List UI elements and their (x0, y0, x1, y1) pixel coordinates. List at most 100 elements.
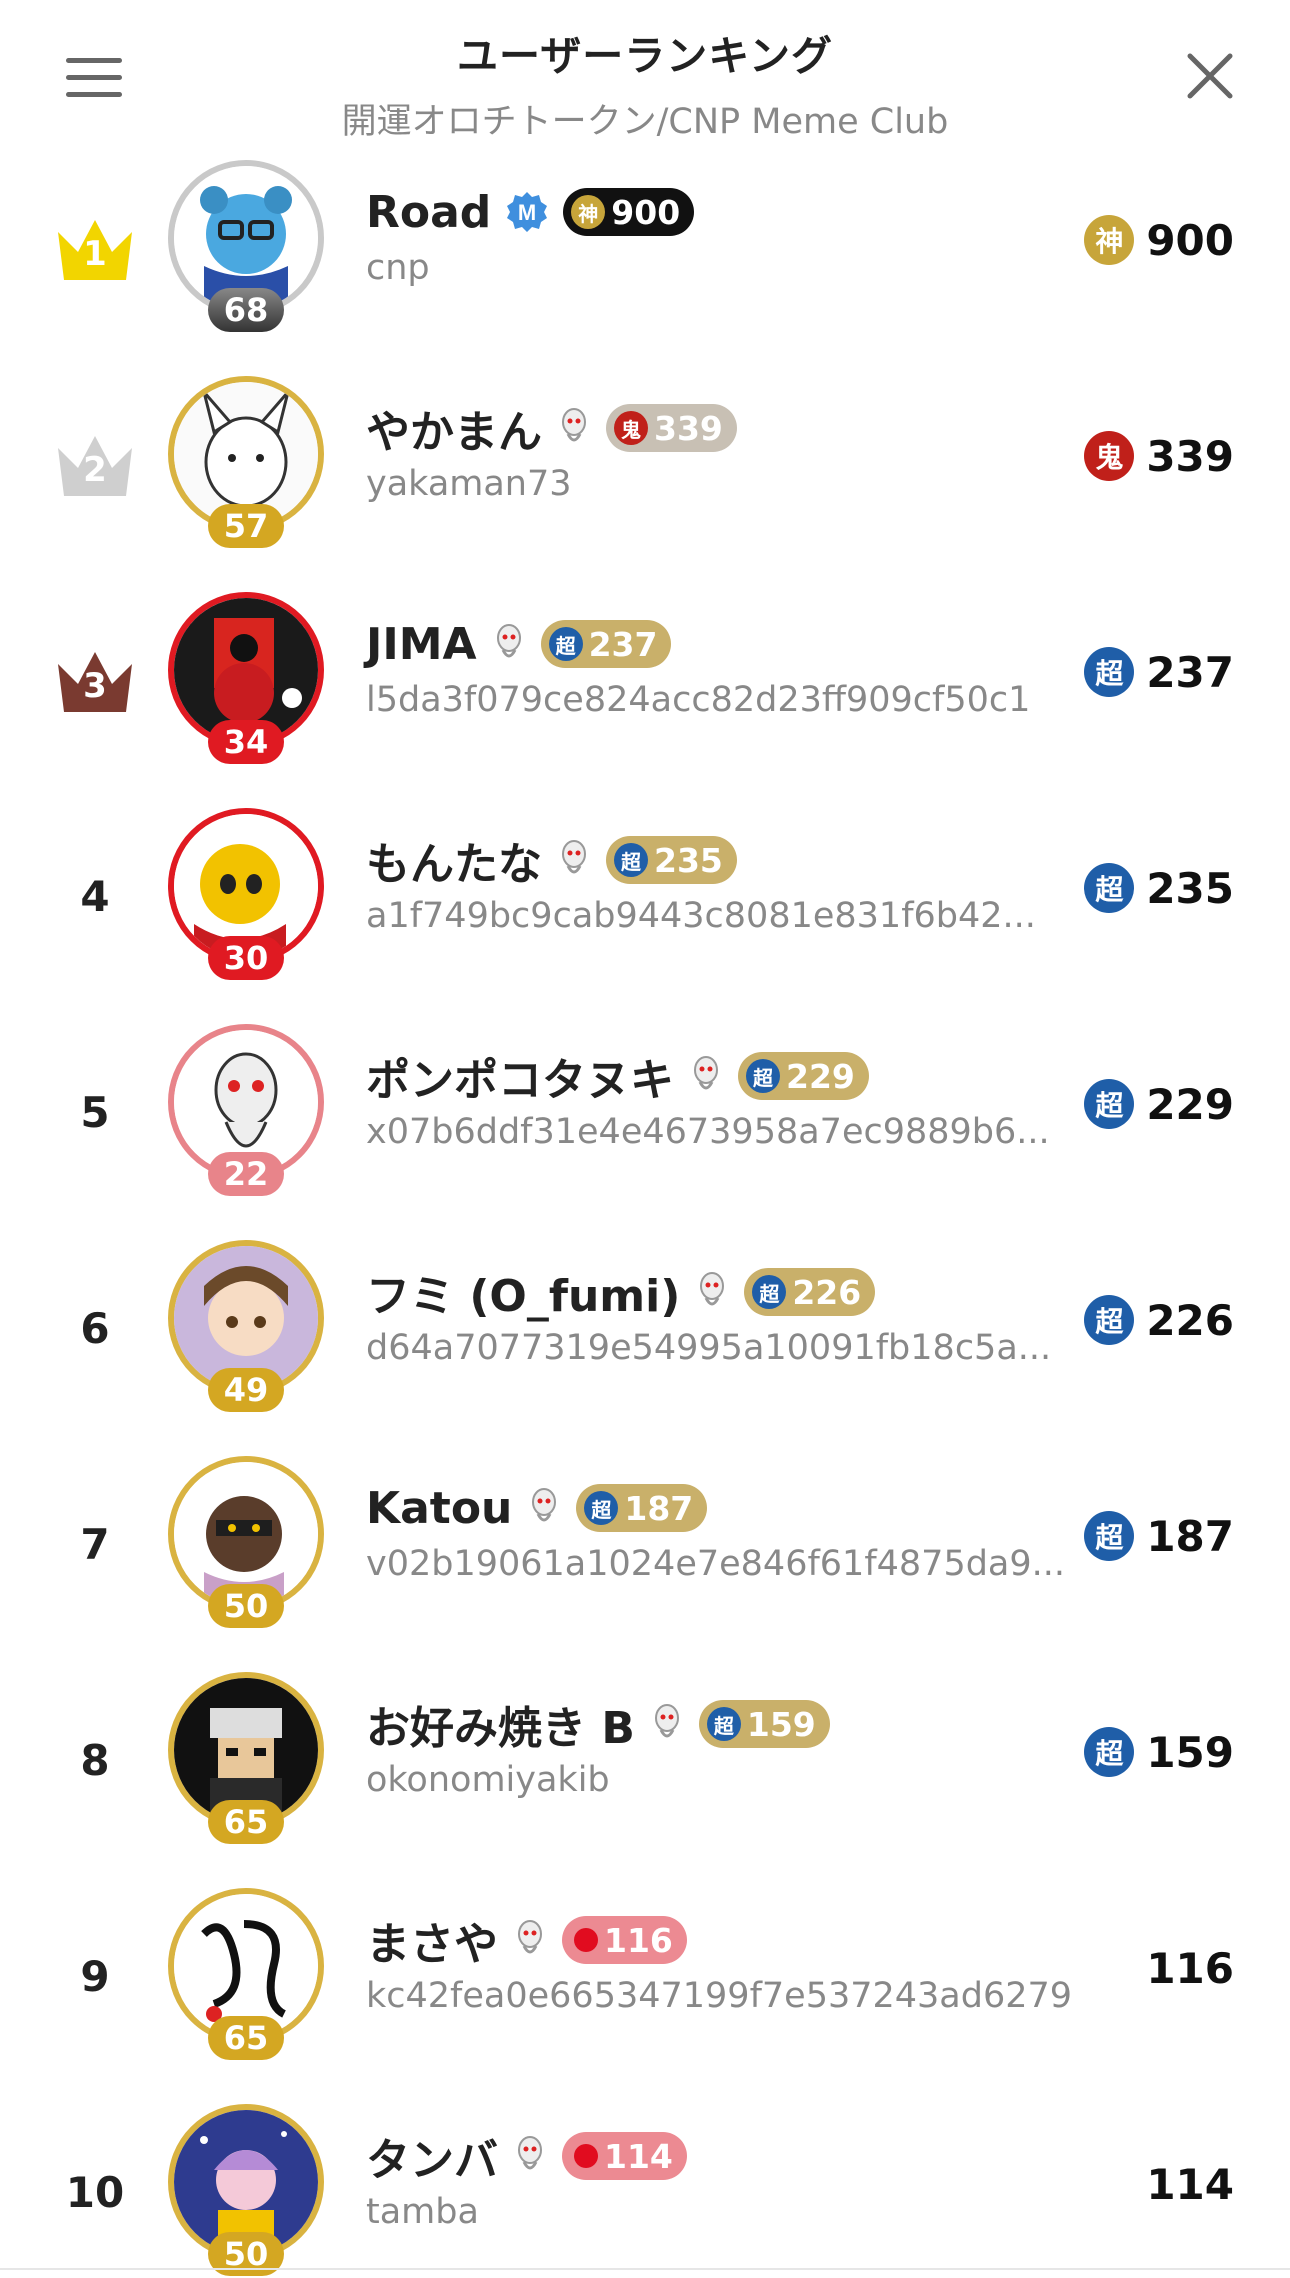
svg-text:M: M (518, 200, 536, 225)
ranking-row[interactable]: 5 22 ポンポコタヌキ 超 229 x07b6ddf31e4e4673958a… (0, 1024, 1290, 1240)
user-name[interactable]: タンバ (366, 2124, 498, 2188)
rank-number: 8 (80, 1735, 110, 1785)
name-line: JIMA 超 237 (366, 614, 672, 674)
ranking-row[interactable]: 10 50 タンバ 114 tamba 114 (0, 2104, 1290, 2278)
rank-number: 7 (80, 1519, 110, 1569)
user-name[interactable]: フミ (O_fumi) (366, 1260, 680, 1324)
rank-number: 9 (80, 1951, 110, 2001)
cho-coin-icon: 超 (1084, 863, 1135, 913)
level-badge: 22 (208, 1152, 284, 1196)
name-line: タンバ 114 (366, 2126, 687, 2186)
cho-coin-icon: 超 (746, 1059, 780, 1093)
verified-badge-icon: M (507, 192, 548, 232)
ranking-row[interactable]: 4 30 もんたな 超 235 a1f749bc9cab9443c8081e83… (0, 808, 1290, 1024)
name-line: Road M 神 900 (366, 182, 695, 242)
kami-coin-icon: 神 (571, 195, 606, 229)
name-line: お好み焼き B 超 159 (366, 1694, 830, 1754)
user-handle: okonomiyakib (366, 1760, 610, 1800)
rank-badge: 7 (52, 1506, 138, 1582)
ranking-row[interactable]: 2 57 やかまん 鬼 339 yakaman73 鬼 339 (0, 376, 1290, 592)
cho-coin-icon: 超 (1084, 1511, 1135, 1561)
rank-badge: 8 (52, 1722, 138, 1798)
close-icon[interactable] (1182, 48, 1238, 104)
avatar[interactable]: 68 (168, 160, 324, 336)
rank-badge: 2 (52, 426, 138, 502)
rank-number: 10 (65, 2167, 125, 2217)
rank-badge: 10 (52, 2154, 138, 2230)
ranking-row[interactable]: 9 65 まさや 116 kc42fea0e665347199f7e537243… (0, 1888, 1290, 2104)
rank-badge: 6 (52, 1290, 138, 1366)
level-badge: 68 (208, 288, 284, 332)
avatar[interactable]: 57 (168, 376, 324, 552)
name-line: Katou 超 187 (366, 1478, 708, 1538)
level-badge: 65 (208, 1800, 284, 1844)
level-badge: 49 (208, 1368, 284, 1412)
level-badge: 65 (208, 2016, 284, 2060)
oni-coin-icon: 鬼 (1084, 431, 1135, 481)
page-title: ユーザーランキング (457, 32, 833, 80)
tier-pill: 超 159 (698, 1700, 830, 1748)
user-handle: tamba (366, 2192, 479, 2232)
avatar[interactable]: 65 (168, 1672, 324, 1848)
tier-pill: 超 226 (744, 1268, 876, 1316)
level-badge: 50 (208, 1584, 284, 1628)
user-name[interactable]: ポンポコタヌキ (366, 1044, 674, 1108)
avatar[interactable]: 49 (168, 1240, 324, 1416)
cho-coin-icon: 超 (752, 1275, 787, 1309)
tier-pill: 超 229 (738, 1052, 869, 1100)
ranking-row[interactable]: 6 49 フミ (O_fumi) 超 226 d64a7077319e54995… (0, 1240, 1290, 1456)
avatar[interactable]: 50 (168, 2104, 324, 2278)
user-name[interactable]: やかまん (366, 396, 542, 460)
divider (0, 2268, 1290, 2270)
user-name[interactable]: まさや (366, 1908, 498, 1972)
user-handle: v02b19061a1024e7e846f61f4875da9... (366, 1544, 1066, 1584)
tier-pill: 鬼 339 (606, 404, 737, 452)
score: 超 226 (1084, 1292, 1234, 1348)
avatar[interactable]: 22 (168, 1024, 324, 1200)
rank-number: 4 (80, 871, 110, 921)
cho-coin-icon: 超 (548, 627, 583, 661)
tier-pill: 114 (562, 2132, 687, 2180)
user-name[interactable]: JIMA (366, 619, 477, 670)
avatar[interactable]: 50 (168, 1456, 324, 1632)
rank-badge: 1 (52, 210, 138, 286)
user-name[interactable]: お好み焼き B (366, 1692, 635, 1756)
score: 超 235 (1084, 860, 1234, 916)
user-name[interactable]: Road (366, 187, 491, 238)
avatar[interactable]: 65 (168, 1888, 324, 2064)
score: 鬼 339 (1084, 428, 1234, 484)
page-subtitle: 開運オロチトークン/CNP Meme Club (341, 102, 949, 142)
score: 超 237 (1084, 644, 1234, 700)
ranking-row[interactable]: 7 50 Katou 超 187 v02b19061a1024e7e846f61… (0, 1456, 1290, 1672)
user-name[interactable]: Katou (366, 1483, 512, 1534)
red-dot-icon (574, 2144, 598, 2168)
name-line: もんたな 超 235 (366, 830, 737, 890)
orochi-mini-icon (496, 624, 521, 658)
score: 114 (1146, 2159, 1234, 2209)
avatar[interactable]: 30 (168, 808, 324, 984)
cho-coin-icon: 超 (706, 1707, 741, 1741)
ranking-row[interactable]: 8 65 お好み焼き B 超 159 okonomiyakib 超 159 (0, 1672, 1290, 1888)
score: 神 900 (1084, 212, 1234, 268)
orochi-mini-icon (518, 1920, 542, 1954)
orochi-mini-icon (532, 1488, 557, 1522)
rank-number: 6 (80, 1303, 110, 1353)
ranking-row[interactable]: 1 68 Road M 神 900 cnp 神 900 (0, 160, 1290, 376)
level-badge: 34 (208, 720, 284, 764)
name-line: フミ (O_fumi) 超 226 (366, 1260, 876, 1324)
orochi-mini-icon (562, 840, 586, 874)
user-name[interactable]: もんたな (366, 828, 542, 892)
user-handle: cnp (366, 248, 430, 288)
avatar[interactable]: 34 (168, 592, 324, 768)
rank-number: 5 (80, 1087, 110, 1137)
level-badge: 57 (208, 504, 284, 548)
ranking-row[interactable]: 3 34 JIMA 超 237 l5da3f079ce824acc82d23ff… (0, 592, 1290, 808)
tier-pill: 超 187 (576, 1484, 708, 1532)
header: ユーザーランキング 開運オロチトークン/CNP Meme Club (0, 0, 1290, 160)
user-handle: yakaman73 (366, 464, 572, 504)
cho-coin-icon: 超 (1084, 1295, 1135, 1345)
score: 超 159 (1084, 1724, 1234, 1780)
rank-badge: 4 (52, 858, 138, 934)
user-handle: l5da3f079ce824acc82d23ff909cf50c1 (366, 680, 1031, 720)
rank-badge: 9 (52, 1938, 138, 2014)
